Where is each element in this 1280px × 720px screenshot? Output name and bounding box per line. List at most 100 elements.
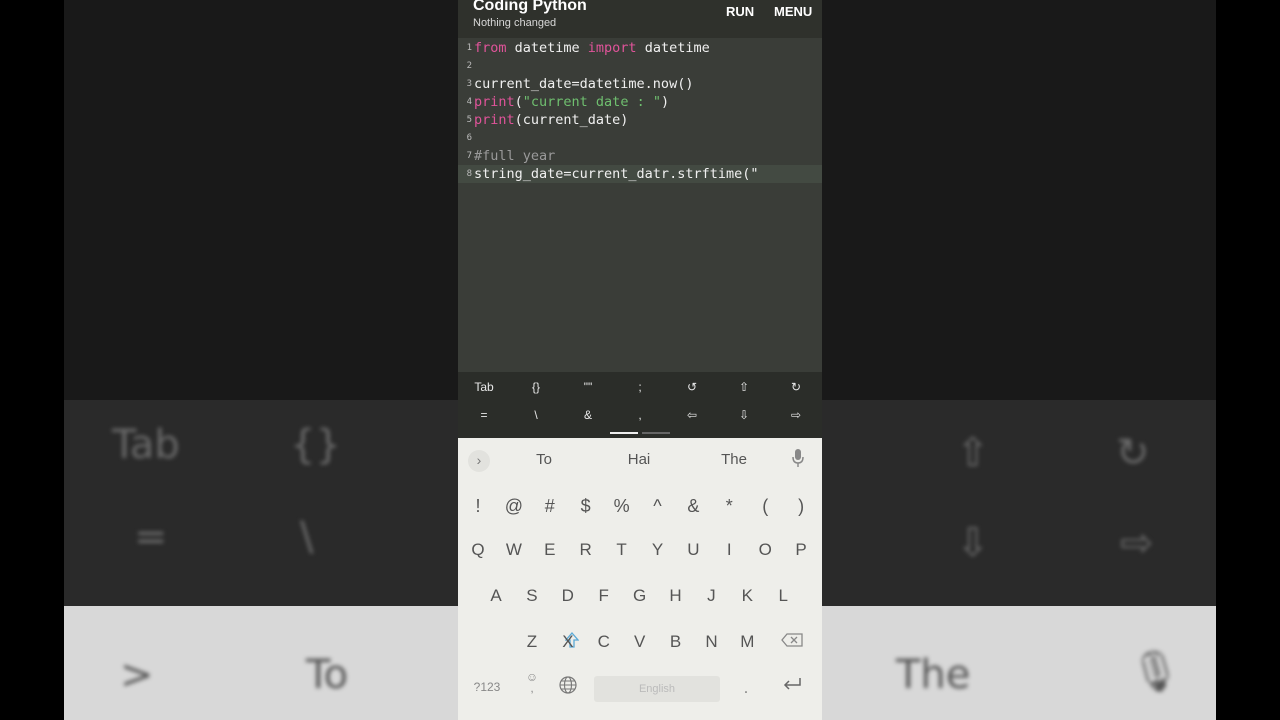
code-line[interactable]: 8 string_date=current_datr.strftime(" — [458, 165, 822, 183]
keyboard-key[interactable]: F — [586, 586, 622, 606]
code-text: string_date=current_datr.strftime(" — [474, 165, 758, 183]
menu-button[interactable]: MENU — [774, 4, 812, 19]
space-bar[interactable]: English — [594, 676, 720, 702]
code-line[interactable]: 2 — [458, 57, 822, 75]
keyboard-key[interactable]: # — [532, 496, 568, 517]
code-editor[interactable]: 1 from datetime import datetime 2 3 current_… — [458, 38, 822, 372]
extra-key[interactable]: , — [614, 408, 666, 422]
extra-key[interactable]: \ — [510, 408, 562, 422]
keyboard-key[interactable]: & — [675, 496, 711, 517]
keyboard-key[interactable]: ! — [460, 496, 496, 517]
keyboard-key[interactable]: J — [693, 586, 729, 606]
line-number: 2 — [466, 61, 472, 71]
extra-key[interactable]: = — [458, 408, 510, 422]
keyboard-key[interactable]: Q — [460, 540, 496, 560]
keyboard-key[interactable]: ( — [747, 496, 783, 517]
keyboard-key[interactable]: V — [622, 632, 658, 652]
enter-key[interactable] — [774, 676, 810, 696]
keyboard-key[interactable]: O — [747, 540, 783, 560]
code-token: datetime — [506, 40, 588, 56]
symbols-mode-key[interactable]: ?123 — [469, 680, 505, 694]
keyboard-key[interactable]: M — [729, 632, 765, 652]
keyboard-key[interactable]: K — [729, 586, 765, 606]
keyboard-key[interactable]: Z — [514, 632, 550, 652]
extra-key[interactable]: {} — [510, 380, 562, 394]
keyboard-key[interactable]: E — [532, 540, 568, 560]
microphone-icon[interactable] — [792, 449, 804, 472]
keyboard-key[interactable]: G — [622, 586, 658, 606]
left-bar — [0, 0, 64, 720]
keyboard-key[interactable]: S — [514, 586, 550, 606]
bg-to-text: To — [306, 652, 349, 698]
code-token: "current date : " — [522, 94, 661, 110]
code-token: current_date=datetime.now() — [474, 76, 694, 92]
bg-the-text: The — [896, 652, 971, 698]
extra-key[interactable]: ⇨ — [770, 408, 822, 422]
extra-key[interactable]: ; — [614, 380, 666, 394]
bg-tab-text: Tab — [112, 422, 180, 468]
extra-key[interactable]: ↻ — [770, 380, 822, 394]
bg-arrow-right-text: ⇨ — [1120, 520, 1154, 566]
emoji-comma-key[interactable]: ☺ , — [514, 671, 550, 695]
keyboard-key[interactable]: Y — [640, 540, 676, 560]
keyboard-key[interactable]: A — [478, 586, 514, 606]
extra-key[interactable]: & — [562, 408, 614, 422]
code-line[interactable]: 3 current_date=datetime.now() — [458, 75, 822, 93]
keyboard-key[interactable]: % — [604, 496, 640, 517]
keyboard-key[interactable]: * — [711, 496, 747, 517]
code-line[interactable]: 1 from datetime import datetime — [458, 39, 822, 57]
keyboard-key[interactable]: @ — [496, 496, 532, 517]
globe-icon[interactable] — [550, 676, 586, 699]
keyboard-key[interactable]: ) — [783, 496, 819, 517]
suggestion-2[interactable]: Hai — [591, 451, 687, 468]
code-line[interactable]: 7 #full year — [458, 147, 822, 165]
keyboard-key[interactable]: I — [711, 540, 747, 560]
bg-redo-text: ↻ — [1116, 430, 1150, 476]
keyboard-key[interactable]: P — [783, 540, 819, 560]
keyboard-key[interactable]: ^ — [640, 496, 676, 517]
code-token: import — [587, 40, 637, 56]
code-token: from — [474, 40, 507, 56]
keyboard-key[interactable]: R — [568, 540, 604, 560]
line-number: 1 — [466, 43, 472, 53]
extra-key[interactable]: ⇩ — [718, 408, 770, 422]
extra-key[interactable]: ⇦ — [666, 408, 718, 422]
extra-key[interactable]: "" — [562, 380, 614, 394]
comma-label: , — [530, 681, 534, 695]
keyboard-key[interactable]: W — [496, 540, 532, 560]
run-button[interactable]: RUN — [726, 4, 754, 19]
page-indicator-inactive — [642, 432, 670, 434]
extra-key[interactable]: Tab — [458, 380, 510, 394]
soft-keyboard: › To Hai The ?123 ☺ , English . ! @ # $% ^ & *… — [458, 438, 822, 720]
code-line[interactable]: 5 print(current_date) — [458, 111, 822, 129]
code-token: (current_date) — [514, 112, 629, 128]
extra-key[interactable]: ↺ — [666, 380, 718, 394]
bg-arrow-down-text: ⇩ — [956, 520, 990, 566]
line-number: 4 — [466, 97, 472, 107]
page-indicator-active — [610, 432, 638, 434]
extra-key[interactable]: ⇧ — [718, 380, 770, 394]
suggestion-1[interactable]: To — [496, 451, 592, 468]
extra-keys-bar: Tab{} ""; ↺ ⇧ ↻ = \ &, ⇦ ⇩ ⇨ — [458, 372, 822, 438]
code-token: ( — [514, 94, 523, 110]
chevron-right-icon[interactable]: › — [468, 450, 490, 472]
app-subtitle: Nothing changed — [473, 17, 557, 29]
line-number: 8 — [466, 169, 472, 179]
backspace-key[interactable] — [774, 632, 810, 652]
keyboard-key[interactable]: D — [550, 586, 586, 606]
code-token: print — [474, 94, 515, 110]
keyboard-key[interactable]: C — [586, 632, 622, 652]
code-line[interactable]: 6 — [458, 129, 822, 147]
code-line[interactable]: 4 print("current date : ") — [458, 93, 822, 111]
suggestion-3[interactable]: The — [686, 451, 782, 468]
line-number: 6 — [466, 133, 472, 143]
period-key[interactable]: . — [728, 678, 764, 698]
keyboard-key[interactable]: T — [604, 540, 640, 560]
keyboard-key[interactable]: H — [658, 586, 694, 606]
keyboard-key[interactable]: $ — [568, 496, 604, 517]
keyboard-key[interactable]: X — [550, 632, 586, 652]
keyboard-key[interactable]: N — [694, 632, 730, 652]
keyboard-key[interactable]: B — [658, 632, 694, 652]
keyboard-key[interactable]: U — [675, 540, 711, 560]
keyboard-key[interactable]: L — [765, 586, 801, 606]
